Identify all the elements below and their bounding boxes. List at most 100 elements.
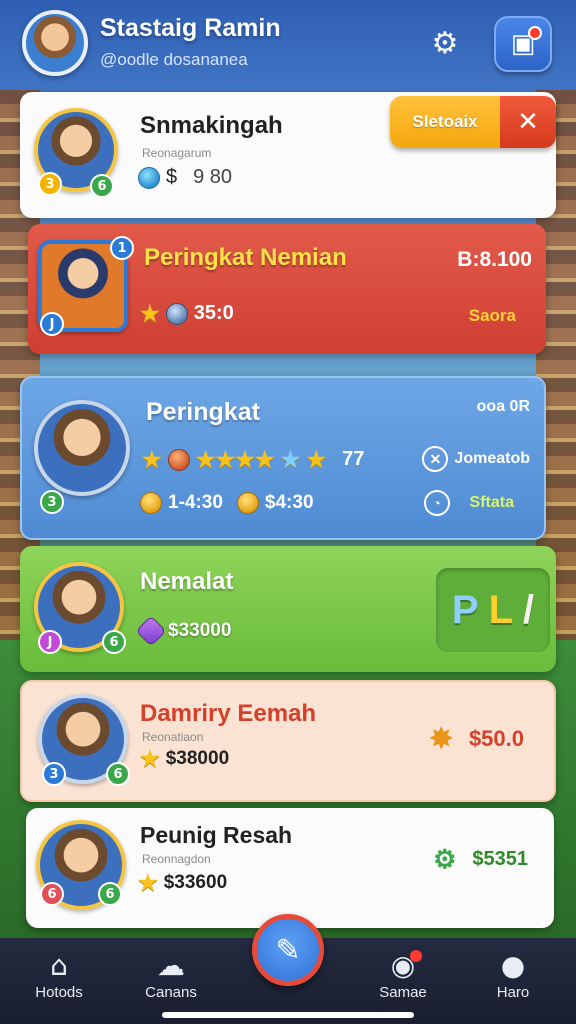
star-icon: ★: [142, 446, 162, 472]
balance-value: $33600: [163, 872, 228, 893]
gem-coin-icon: [138, 166, 160, 189]
home-indicator[interactable]: [162, 1012, 414, 1018]
leaderboard-card-2[interactable]: J 1 Peringkat Nemian ★ 35:0 B:8.100 Saor…: [28, 224, 546, 354]
star-icon: ★★★★: [195, 446, 275, 472]
level-badge: 3: [42, 762, 66, 786]
notification-dot: [410, 950, 422, 962]
status-label: Saora: [468, 306, 516, 325]
card-subtitle: Reonatiaon: [142, 730, 204, 744]
card-subtitle: Reonagarum: [142, 146, 212, 160]
link-icon: ✕: [422, 446, 449, 472]
rank-badge: 6: [106, 762, 130, 786]
badge-icon: ✸: [429, 723, 453, 754]
level-badge: J: [38, 630, 62, 654]
rank-badge: 6: [102, 630, 126, 654]
balance-value: $38000: [165, 748, 230, 769]
center-action-button[interactable]: ✎: [252, 914, 324, 986]
level-badge: 6: [40, 882, 64, 906]
profile-icon: ●: [500, 949, 526, 982]
coin-stack-icon: [236, 492, 259, 514]
reward-tile[interactable]: P L /: [436, 568, 550, 652]
level-badge: J: [40, 312, 64, 336]
rank-badge: 1: [110, 236, 134, 260]
edit-icon: ✎: [275, 932, 301, 968]
home-icon: ⌂: [50, 949, 68, 982]
nav-home[interactable]: ⌂ Hotods: [14, 948, 104, 1001]
rank-badge: 6: [98, 882, 122, 906]
balance-row: $33000: [135, 615, 232, 647]
link-row-2[interactable]: ◔ Sftata: [423, 490, 514, 516]
nav-game-label: Samae: [379, 984, 427, 1001]
level-badge: 3: [38, 172, 62, 196]
nav-game[interactable]: ◉ Samae: [358, 948, 448, 1001]
card-title: Nemalat: [140, 568, 234, 595]
balance-value: $33000: [168, 620, 232, 641]
time-value: 1-4:30: [168, 492, 223, 513]
amount-value: B:8.100: [457, 248, 532, 271]
inbox-button[interactable]: ▣: [494, 16, 552, 72]
balance-value: 9 80: [193, 166, 233, 188]
player-avatar: [34, 400, 130, 496]
level-badge: 3: [40, 490, 64, 514]
card-title: Damriry Eemah: [140, 700, 317, 727]
blue-star-icon: ★: [280, 446, 301, 472]
nav-profile[interactable]: ● Haro: [468, 948, 558, 1001]
money-row: 1-4:30 $4:30: [140, 492, 314, 514]
leaderboard-card-3[interactable]: 3 Peringkat ★ ★★★★ ★ ★ 77 1-4:30 $4:30 o…: [20, 376, 546, 540]
link-row-1[interactable]: ✕ Jomeatob: [422, 446, 530, 472]
close-icon: ✕: [517, 107, 539, 137]
leaderboard-card-4[interactable]: J 6 Nemalat $33000 P L /: [20, 546, 556, 672]
nav-profile-label: Haro: [496, 984, 530, 1001]
right-label-2: Sftata: [469, 494, 514, 511]
star-icon: ★: [140, 300, 160, 326]
gear-badge-icon: ⚙: [433, 844, 457, 874]
tile-glyph-l: L: [488, 587, 513, 632]
chat-icon: ☁: [157, 949, 185, 982]
coin-icon: [140, 492, 162, 514]
game-icon: ◉: [390, 949, 416, 982]
rank-label: ooa 0R: [476, 398, 530, 415]
star-icon: ★: [140, 746, 160, 771]
star-icon: ★: [138, 870, 158, 895]
card-title: Peunig Resah: [140, 822, 293, 848]
nav-chat[interactable]: ☁ Canans: [126, 948, 216, 1001]
settings-button[interactable]: ⚙: [420, 20, 470, 66]
flame-icon: [167, 448, 190, 471]
stars-count: 77: [342, 448, 365, 470]
tile-glyph-p: P: [451, 587, 479, 632]
card-title: Snmakingah: [140, 112, 283, 139]
amount-value: $5351: [472, 848, 528, 870]
score-row: ★ 35:0: [140, 302, 234, 325]
clock-icon: ◔: [423, 490, 450, 516]
amount-row: ✸ $50.0: [429, 722, 524, 755]
tile-glyph-slash: /: [523, 587, 535, 632]
star-icon: ★: [306, 446, 327, 472]
amount-row: ⚙ $5351: [433, 844, 528, 875]
money-value: $4:30: [264, 492, 314, 513]
nav-home-label: Hotods: [35, 984, 83, 1001]
currency-symbol: $: [166, 166, 178, 188]
amount-value: $50.0: [468, 725, 524, 751]
card-title: Peringkat Nemian: [144, 244, 347, 271]
stars-row: ★ ★★★★ ★ ★ 77: [142, 448, 364, 471]
leaderboard-card-5[interactable]: 3 6 Damriry Eemah Reonatiaon ★ $38000 ✸ …: [20, 680, 556, 802]
balance-row: ★ $38000: [140, 748, 229, 770]
user-name: Stastaig Ramin: [100, 14, 281, 42]
profile-avatar[interactable]: [22, 10, 88, 76]
balance-row: ★ $33600: [138, 872, 227, 894]
close-button[interactable]: ✕: [500, 96, 556, 148]
leaderboard-card-6[interactable]: 6 6 Peunig Resah Reonnagdon ★ $33600 ⚙ $…: [26, 808, 554, 928]
select-button[interactable]: Sletoaix: [390, 96, 500, 148]
nav-chat-label: Canans: [145, 984, 197, 1001]
gear-icon: ⚙: [431, 25, 459, 61]
notification-dot: [528, 26, 542, 40]
medal-icon: [165, 302, 188, 325]
card-action-group: Sletoaix ✕: [390, 96, 556, 148]
right-label-1: Jomeatob: [454, 450, 530, 467]
score-value: 35:0: [193, 302, 234, 324]
app-header: Stastaig Ramin @oodle dosananea ⚙ ▣: [0, 0, 576, 88]
balance-row: $ 9 80: [138, 166, 232, 189]
rank-badge: 6: [90, 174, 114, 198]
card-title: Peringkat: [146, 398, 260, 426]
user-handle: @oodle dosananea: [100, 50, 248, 69]
